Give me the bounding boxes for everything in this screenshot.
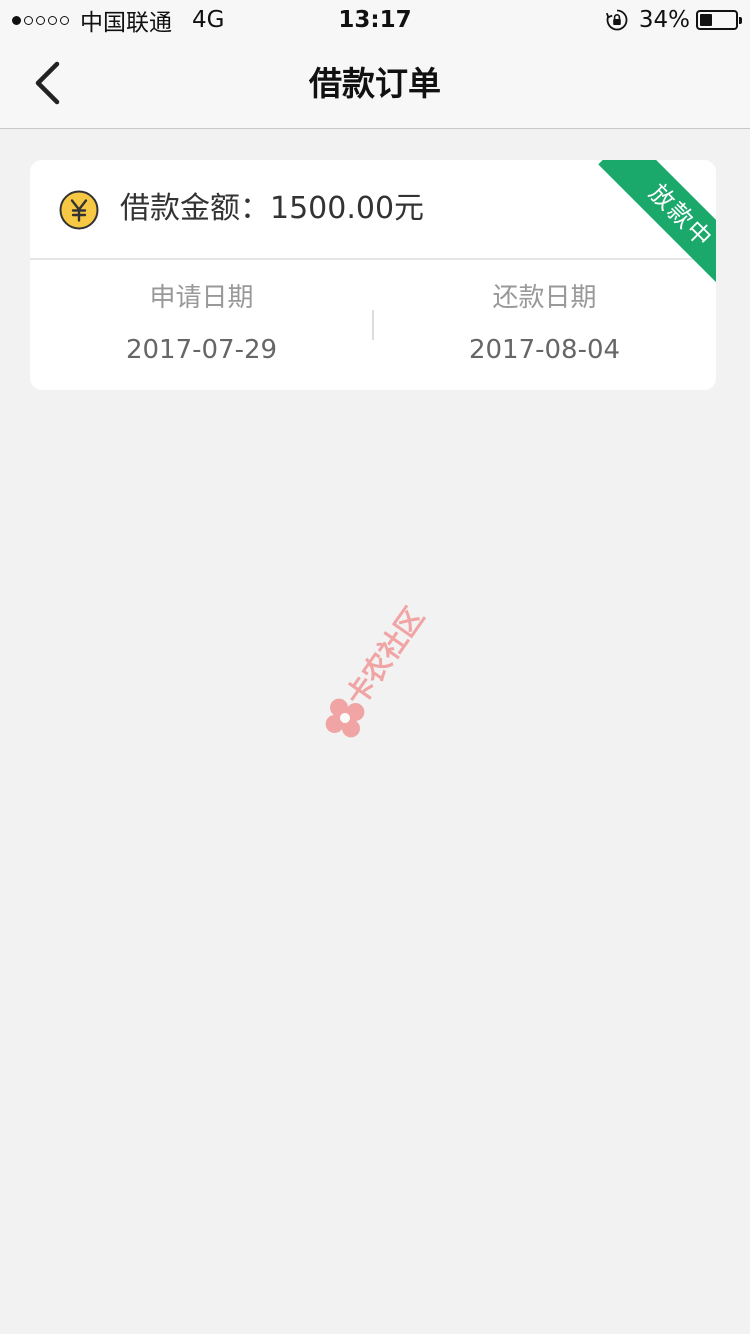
repay-date-value: 2017-08-04 <box>468 335 621 365</box>
amount-value: 1500.00元 <box>270 191 425 226</box>
loan-amount: 借款金额：1500.00元 <box>120 160 424 258</box>
watermark-text: 卡农社区 <box>340 601 431 712</box>
watermark-flower-icon <box>325 698 365 738</box>
yuan-coin-icon <box>59 190 99 230</box>
rotation-lock-icon <box>605 9 628 31</box>
status-right: 34% <box>605 4 742 36</box>
apply-date-column: 申请日期 2017-07-29 <box>30 260 373 368</box>
status-ribbon: 放款中 <box>598 160 716 299</box>
community-watermark-logo: 卡农社区 <box>325 601 431 738</box>
nav-bar: 借款订单 <box>0 40 750 129</box>
apply-date-value: 2017-07-29 <box>125 335 278 365</box>
battery-fill <box>700 14 712 26</box>
apply-date-label: 申请日期 <box>149 283 254 313</box>
battery-icon <box>696 10 742 30</box>
page-title: 借款订单 <box>309 64 441 103</box>
status-ribbon-wrap: 放款中 <box>576 160 716 300</box>
status-bar: 中国联通 4G 13:17 34% <box>0 0 750 40</box>
loan-order-card[interactable]: 借款金额：1500.00元 申请日期 2017-07-29 还款日期 2017-… <box>30 160 716 390</box>
amount-label: 借款金额： <box>120 191 270 226</box>
battery-percentage: 34% <box>638 7 690 33</box>
